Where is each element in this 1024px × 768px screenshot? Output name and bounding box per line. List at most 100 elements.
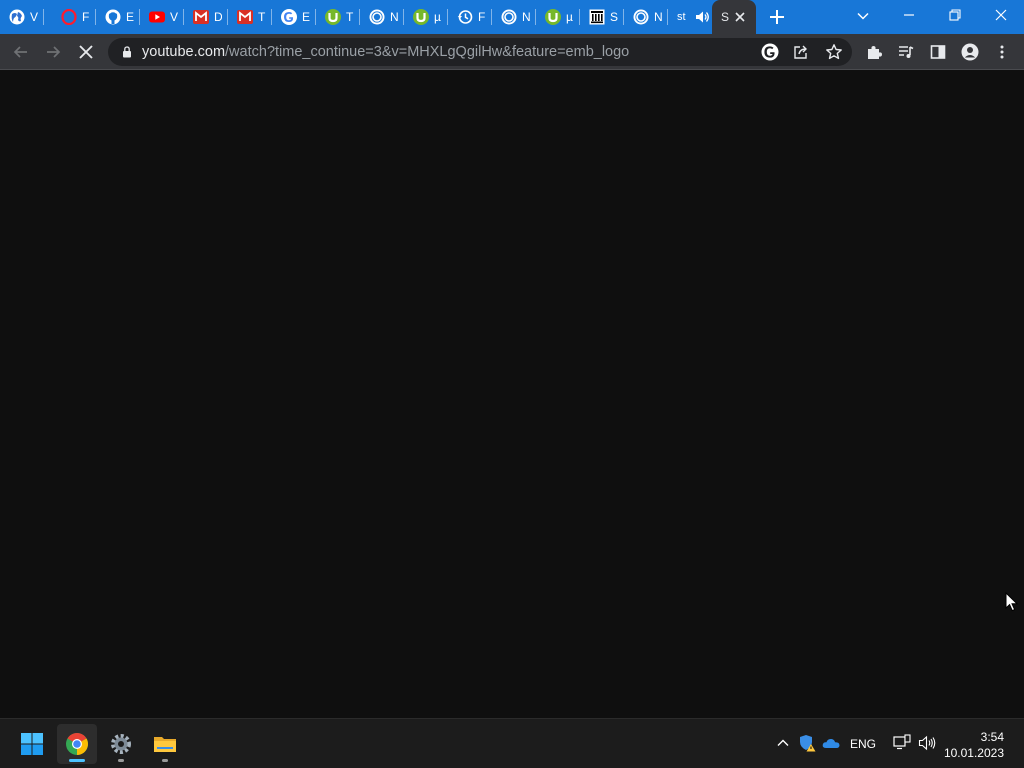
side-panel-icon [930,45,946,59]
tab-9[interactable]: N [360,0,404,34]
google-lens-icon[interactable] [761,43,779,61]
running-indicator [162,759,168,762]
clock-date: 10.01.2023 [943,746,1004,760]
new-tab-icon[interactable] [766,6,788,28]
tab-title: S [610,10,618,24]
bank-icon [589,9,605,25]
playlist-music-icon [899,46,914,58]
clock[interactable]: 3:54 10.01.2023 [944,729,1004,761]
tab-title: E [302,10,310,24]
profile-button[interactable] [958,40,982,64]
chrome-icon [66,733,88,755]
url-host: youtube.com [142,44,226,60]
utorrent-icon [325,9,341,25]
tab-3[interactable]: E [96,0,140,34]
tab-13[interactable]: µ [536,0,580,34]
tab-10[interactable]: µ [404,0,448,34]
tab-12[interactable]: N [492,0,536,34]
tab-title: E [126,10,134,24]
page-content[interactable] [0,70,1024,718]
star-icon[interactable] [825,43,843,61]
puzzle-icon [868,46,882,59]
tab-8[interactable]: T [316,0,360,34]
google-icon [281,9,297,25]
back-button[interactable] [9,40,33,64]
address-bar[interactable]: youtube.com/watch?time_continue=3&v=MHXL… [108,38,852,66]
url-text[interactable]: youtube.com/watch?time_continue=3&v=MHXL… [142,44,629,60]
gear-icon [111,734,131,754]
arrow-right-icon [47,46,61,58]
tab-2[interactable]: F [52,0,96,34]
clock-time: 3:54 [980,730,1004,744]
tab-6[interactable]: T [228,0,272,34]
tab-title: D [214,10,222,24]
arrow-left-icon [13,46,27,58]
chevron-down-icon[interactable] [855,8,871,24]
language-indicator[interactable]: ENG [850,737,876,751]
tab-title: V [170,10,178,24]
tab-4[interactable]: V [140,0,184,34]
running-indicator [118,759,124,762]
tab-active[interactable]: S [712,0,756,34]
chrome-icon [501,9,517,25]
speaker-icon[interactable] [694,9,710,25]
tab-title: V [30,10,38,24]
utorrent-icon [545,9,561,25]
onedrive-icon[interactable] [822,734,840,752]
tab-title: st [677,11,686,23]
extensions-button[interactable] [862,40,886,64]
kebab-menu-icon [1000,45,1004,59]
tab-title: T [258,10,266,24]
menu-button[interactable] [990,40,1014,64]
tab-separator [43,9,44,25]
start-button[interactable] [12,724,52,764]
security-warning-icon[interactable] [798,734,816,752]
taskbar: ENG 3:54 10.01.2023 [0,718,1024,768]
tab-title: S [721,10,730,24]
minimize-icon [904,14,914,16]
tab-15[interactable]: N [624,0,668,34]
volume-icon[interactable] [918,734,936,752]
url-path: /watch?time_continue=3&v=MHXLgQgilHw&fea… [225,44,630,60]
taskbar-settings[interactable] [101,724,141,764]
tab-title: N [390,10,398,24]
tab-7[interactable]: E [272,0,316,34]
tab-title: F [82,10,90,24]
lock-icon[interactable] [120,45,134,59]
close-icon [995,9,1007,21]
chrome-icon [633,9,649,25]
taskbar-chrome[interactable] [57,724,97,764]
tab-title: N [654,10,662,24]
close-tab-icon[interactable] [732,9,748,25]
side-panel-button[interactable] [926,40,950,64]
forward-button[interactable] [41,40,65,64]
tab-title: N [522,10,530,24]
minimize-button[interactable] [886,0,932,30]
chevron-up-icon[interactable] [774,734,792,752]
media-control-button[interactable] [894,40,918,64]
tab-14[interactable]: S [580,0,624,34]
taskbar-file-explorer[interactable] [145,724,185,764]
folder-icon [154,737,176,752]
close-icon [79,45,93,59]
restore-button[interactable] [932,0,978,30]
chrome-icon [369,9,385,25]
tab-1[interactable]: V [0,0,44,34]
tab-5[interactable]: D [184,0,228,34]
browser-toolbar: youtube.com/watch?time_continue=3&v=MHXL… [0,34,1024,70]
github-icon [105,9,121,25]
utorrent-icon [413,9,429,25]
tab-16[interactable]: st [668,0,712,34]
tab-11[interactable]: F [448,0,492,34]
share-icon[interactable] [792,43,810,61]
stop-loading-button[interactable] [74,40,98,64]
avatar-icon [961,43,979,61]
globe-icon [9,9,25,25]
network-icon[interactable] [893,734,911,752]
opera-icon [61,9,77,25]
tab-strip: V F E V D T E T N µ F N µ S N st S [0,0,1024,34]
close-window-button[interactable] [978,0,1024,30]
windows-icon [21,733,43,755]
gmail-icon [237,10,253,24]
running-indicator [69,759,85,762]
